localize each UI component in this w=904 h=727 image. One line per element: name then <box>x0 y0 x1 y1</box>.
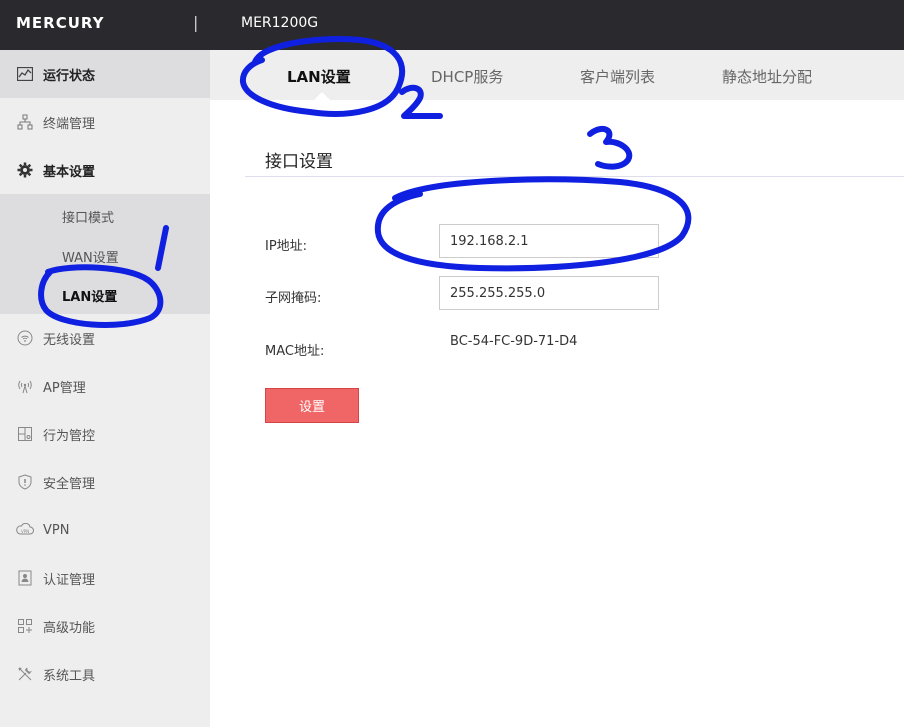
sidebar-item-wireless[interactable]: 无线设置 <box>0 314 210 362</box>
submenu-item-lan[interactable]: LAN设置 <box>62 286 117 305</box>
section-divider <box>245 176 904 177</box>
svg-text:VPN: VPN <box>21 529 29 534</box>
active-tab-caret <box>314 92 330 100</box>
shield-icon <box>16 473 34 491</box>
sidebar-item-label: 行为管控 <box>43 428 96 444</box>
header-separator: | <box>193 13 199 32</box>
sidebar-item-label: 系统工具 <box>43 668 96 684</box>
sidebar-item-vpn[interactable]: VPN VPN <box>0 506 210 554</box>
top-bar: MERCURY | MER1200G <box>0 0 904 50</box>
sidebar-item-label: AP管理 <box>43 380 86 396</box>
sidebar-item-ap[interactable]: AP管理 <box>0 362 210 410</box>
gear-icon <box>16 161 34 179</box>
brand-logo: MERCURY <box>16 14 105 32</box>
tools-icon <box>16 665 34 683</box>
submenu-item-interface-mode[interactable]: 接口模式 <box>62 207 114 226</box>
sidebar-item-label: VPN <box>43 522 70 538</box>
mac-address-value: BC-54-FC-9D-71-D4 <box>450 334 578 349</box>
ip-label: IP地址: <box>265 239 308 254</box>
sidebar-item-label: 无线设置 <box>43 332 96 348</box>
sidebar-item-label: 安全管理 <box>43 476 96 492</box>
section-title: 接口设置 <box>265 152 333 172</box>
sidebar-item-terminal[interactable]: 终端管理 <box>0 98 210 146</box>
sidebar-item-auth[interactable]: 认证管理 <box>0 554 210 602</box>
sidebar-item-tools[interactable]: 系统工具 <box>0 650 210 698</box>
subnet-mask-input[interactable] <box>439 276 659 310</box>
tab-dhcp[interactable]: DHCP服务 <box>431 66 503 87</box>
sidebar-item-label: 终端管理 <box>43 116 96 132</box>
auth-icon <box>16 569 34 587</box>
model-name: MER1200G <box>241 15 319 31</box>
sidebar-item-label: 认证管理 <box>43 572 96 588</box>
network-icon <box>16 113 34 131</box>
ap-icon <box>16 377 34 395</box>
tab-client-list[interactable]: 客户端列表 <box>580 66 655 87</box>
subnet-mask-label: 子网掩码: <box>265 291 322 306</box>
status-icon <box>16 65 34 83</box>
behavior-icon <box>16 425 34 443</box>
ip-address-input[interactable] <box>439 224 659 258</box>
sidebar-item-advanced[interactable]: 高级功能 <box>0 602 210 650</box>
sidebar-item-status[interactable]: 运行状态 <box>0 50 210 98</box>
vpn-icon: VPN <box>16 521 34 539</box>
advanced-icon <box>16 617 34 635</box>
sidebar-item-label: 基本设置 <box>43 164 96 180</box>
submenu-item-wan[interactable]: WAN设置 <box>62 247 119 266</box>
sidebar-item-behavior[interactable]: 行为管控 <box>0 410 210 458</box>
mac-label: MAC地址: <box>265 344 325 359</box>
tab-static-address[interactable]: 静态地址分配 <box>722 66 812 87</box>
sidebar-item-security[interactable]: 安全管理 <box>0 458 210 506</box>
tab-lan-settings[interactable]: LAN设置 <box>287 66 351 87</box>
sidebar-item-basic-settings[interactable]: 基本设置 <box>0 146 210 194</box>
wifi-icon <box>16 329 34 347</box>
sidebar-item-label: 高级功能 <box>43 620 96 636</box>
sidebar-item-label: 运行状态 <box>43 68 96 84</box>
save-button[interactable]: 设置 <box>265 388 359 423</box>
submenu-basic-settings: 接口模式 WAN设置 LAN设置 <box>0 194 210 314</box>
